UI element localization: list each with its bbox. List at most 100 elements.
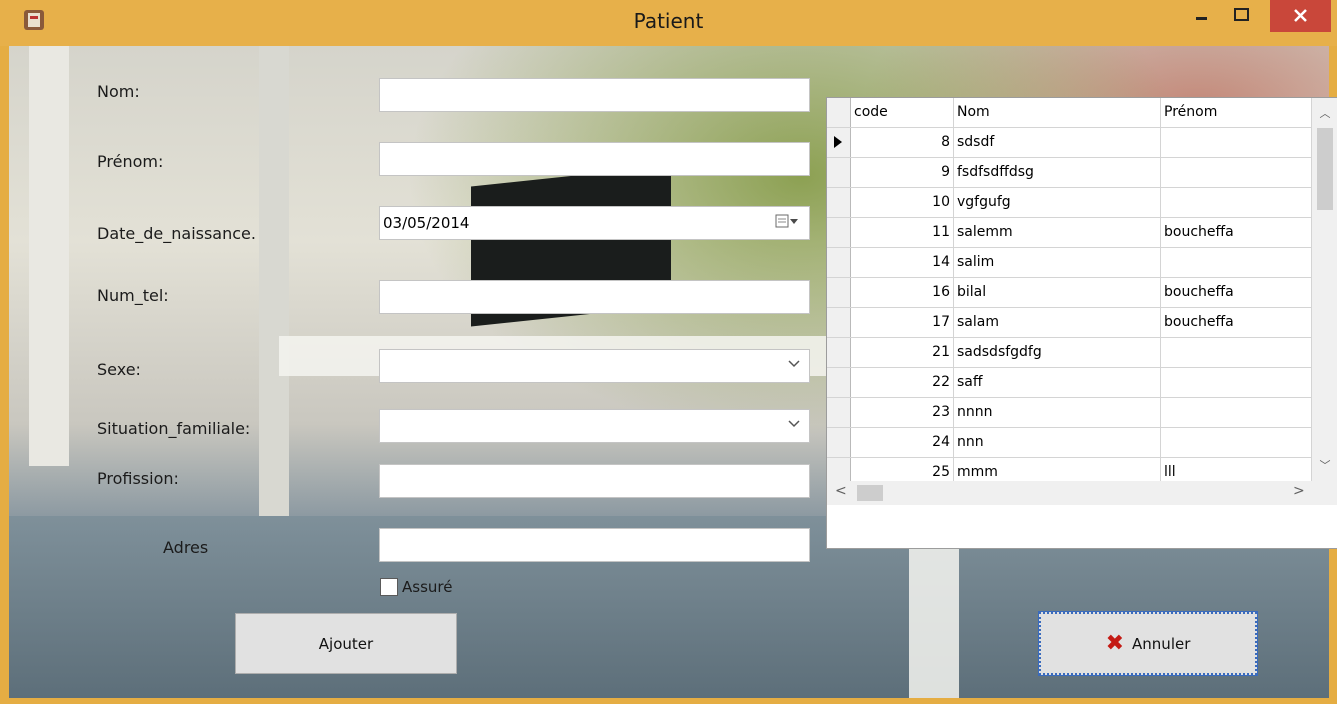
scroll-down-icon[interactable]: ﹀: [1312, 456, 1337, 476]
cell-code[interactable]: 17: [851, 308, 954, 337]
cell-prenom[interactable]: lll: [1161, 458, 1312, 481]
cell-nom[interactable]: saff: [954, 368, 1161, 397]
cell-prenom[interactable]: [1161, 428, 1312, 457]
cell-code[interactable]: 22: [851, 368, 954, 397]
table-row[interactable]: 14 salim: [827, 248, 1312, 278]
cell-nom[interactable]: fsdfsdffdsg: [954, 158, 1161, 187]
minimize-button[interactable]: [1182, 0, 1222, 32]
cell-nom[interactable]: salim: [954, 248, 1161, 277]
row-header[interactable]: [827, 308, 851, 337]
cell-code[interactable]: 11: [851, 218, 954, 247]
row-header[interactable]: [827, 248, 851, 277]
cell-nom[interactable]: salemm: [954, 218, 1161, 247]
date-naissance-picker[interactable]: 03/05/2014: [379, 206, 810, 240]
adresse-input[interactable]: [379, 528, 810, 562]
cell-code[interactable]: 21: [851, 338, 954, 367]
assure-checkbox[interactable]: [380, 578, 398, 596]
table-row[interactable]: 17 salam boucheffa: [827, 308, 1312, 338]
table-row[interactable]: 21 sadsdsfgdfg: [827, 338, 1312, 368]
cell-code[interactable]: 24: [851, 428, 954, 457]
scroll-up-icon[interactable]: ︿: [1312, 104, 1337, 124]
annuler-button[interactable]: ✖ Annuler: [1038, 611, 1258, 676]
table-row[interactable]: 10 vgfgufg: [827, 188, 1312, 218]
cell-code[interactable]: 23: [851, 398, 954, 427]
scroll-right-icon[interactable]: >: [1293, 483, 1305, 499]
profession-label: Profission:: [97, 469, 179, 488]
maximize-button[interactable]: [1222, 0, 1262, 32]
cell-nom[interactable]: nnnn: [954, 398, 1161, 427]
num-tel-input[interactable]: [379, 280, 810, 314]
row-header[interactable]: [827, 368, 851, 397]
ajouter-button[interactable]: Ajouter: [235, 613, 457, 674]
minimize-icon: [1196, 17, 1207, 20]
horizontal-scroll-thumb[interactable]: [857, 485, 883, 501]
horizontal-scrollbar[interactable]: < >: [827, 481, 1312, 505]
nom-label: Nom:: [97, 82, 140, 101]
table-row[interactable]: 22 saff: [827, 368, 1312, 398]
cell-prenom[interactable]: [1161, 188, 1312, 217]
vertical-scrollbar[interactable]: ︿ ﹀: [1312, 98, 1337, 481]
cell-code[interactable]: 8: [851, 128, 954, 157]
annuler-label: Annuler: [1132, 634, 1191, 653]
cell-nom[interactable]: mmm: [954, 458, 1161, 481]
cell-prenom[interactable]: boucheffa: [1161, 278, 1312, 307]
cell-prenom[interactable]: [1161, 158, 1312, 187]
row-header[interactable]: [827, 188, 851, 217]
chevron-down-icon: [788, 360, 800, 368]
vertical-scroll-thumb[interactable]: [1317, 128, 1333, 210]
cell-nom[interactable]: salam: [954, 308, 1161, 337]
cell-prenom[interactable]: [1161, 368, 1312, 397]
cell-code[interactable]: 10: [851, 188, 954, 217]
row-header[interactable]: [827, 398, 851, 427]
scroll-left-icon[interactable]: <: [835, 483, 847, 499]
patients-grid[interactable]: code Nom Prénom 8 sdsdf 9 fsdfsdffdsg 10 vgfg…: [826, 97, 1337, 549]
maximize-icon: [1234, 8, 1249, 21]
cell-nom[interactable]: bilal: [954, 278, 1161, 307]
cell-prenom[interactable]: [1161, 128, 1312, 157]
cell-prenom[interactable]: boucheffa: [1161, 218, 1312, 247]
table-row[interactable]: 16 bilal boucheffa: [827, 278, 1312, 308]
cell-code[interactable]: 25: [851, 458, 954, 481]
row-header[interactable]: [827, 338, 851, 367]
calendar-icon[interactable]: [775, 214, 799, 230]
column-header-prenom[interactable]: Prénom: [1161, 98, 1312, 127]
table-row[interactable]: 9 fsdfsdffdsg: [827, 158, 1312, 188]
profession-input[interactable]: [379, 464, 810, 498]
row-header[interactable]: [827, 158, 851, 187]
table-row[interactable]: 24 nnn: [827, 428, 1312, 458]
row-header[interactable]: [827, 218, 851, 247]
row-header[interactable]: [827, 458, 851, 481]
cell-prenom[interactable]: [1161, 398, 1312, 427]
situation-familiale-select[interactable]: [379, 409, 810, 443]
grid-empty-area: [827, 505, 1337, 548]
row-header[interactable]: [827, 278, 851, 307]
cell-code[interactable]: 16: [851, 278, 954, 307]
cell-code[interactable]: 9: [851, 158, 954, 187]
cell-nom[interactable]: sadsdsfgdfg: [954, 338, 1161, 367]
sexe-select[interactable]: [379, 349, 810, 383]
column-header-code[interactable]: code: [851, 98, 954, 127]
nom-input[interactable]: [379, 78, 810, 112]
cell-nom[interactable]: nnn: [954, 428, 1161, 457]
column-header-nom[interactable]: Nom: [954, 98, 1161, 127]
row-header[interactable]: [827, 128, 851, 157]
cell-code[interactable]: 14: [851, 248, 954, 277]
cell-nom[interactable]: sdsdf: [954, 128, 1161, 157]
table-row[interactable]: 11 salemm boucheffa: [827, 218, 1312, 248]
grid-corner: [827, 98, 851, 127]
cell-prenom[interactable]: [1161, 338, 1312, 367]
row-header[interactable]: [827, 428, 851, 457]
cell-nom[interactable]: vgfgufg: [954, 188, 1161, 217]
close-button[interactable]: [1270, 0, 1331, 32]
adresse-label: Adres: [163, 538, 209, 557]
table-row[interactable]: 23 nnnn: [827, 398, 1312, 428]
cell-prenom[interactable]: [1161, 248, 1312, 277]
prenom-input[interactable]: [379, 142, 810, 176]
cell-prenom[interactable]: boucheffa: [1161, 308, 1312, 337]
current-row-pointer-icon: [834, 136, 842, 148]
table-row[interactable]: 25 mmm lll: [827, 458, 1312, 481]
grid-header-row: code Nom Prénom: [827, 98, 1312, 128]
patient-window: Patient Nom: Prénom: Date_de_naissance.: [0, 0, 1337, 704]
situation-familiale-label: Situation_familiale:: [97, 419, 251, 438]
table-row[interactable]: 8 sdsdf: [827, 128, 1312, 158]
